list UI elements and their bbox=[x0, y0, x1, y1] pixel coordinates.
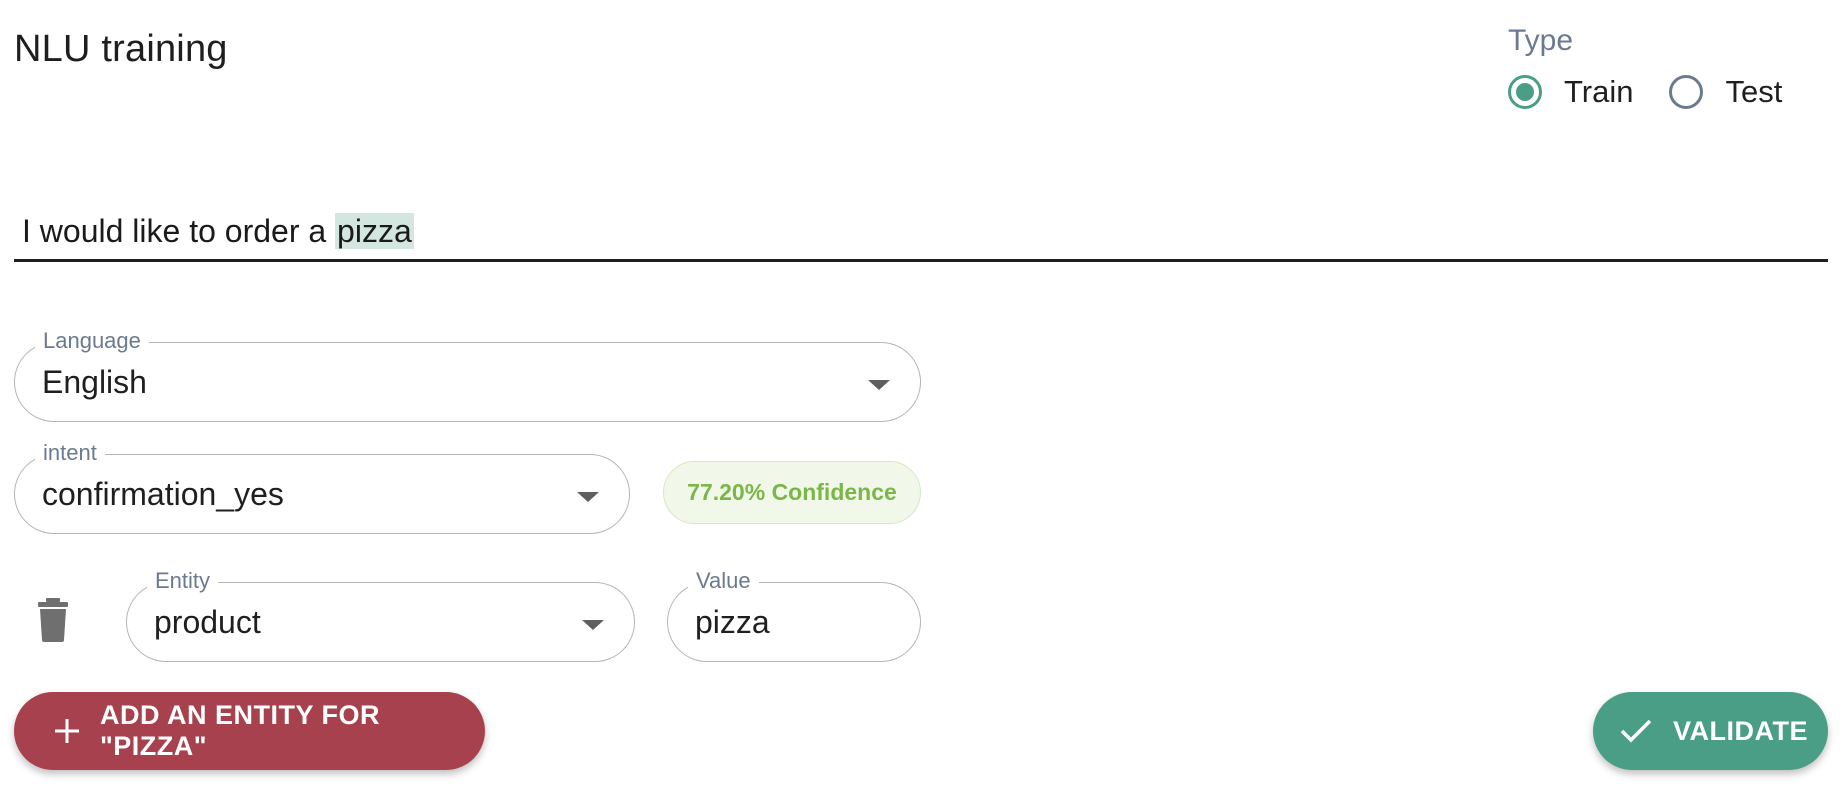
add-entity-label: ADD AN ENTITY FOR "PIZZA" bbox=[100, 700, 381, 761]
entity-select[interactable]: Entity product bbox=[126, 567, 635, 662]
entity-value-field[interactable]: Value pizza bbox=[667, 567, 921, 662]
radio-unchecked-icon bbox=[1669, 75, 1704, 109]
trash-icon[interactable] bbox=[36, 598, 70, 642]
entity-value: product bbox=[154, 604, 261, 640]
language-select[interactable]: Language English bbox=[14, 327, 921, 422]
chevron-down-icon bbox=[868, 380, 890, 390]
radio-test-label: Test bbox=[1725, 74, 1783, 109]
check-icon bbox=[1619, 718, 1653, 744]
validate-label: VALIDATE bbox=[1673, 715, 1808, 746]
entity-highlight[interactable]: pizza bbox=[335, 213, 414, 249]
radio-train-label: Train bbox=[1564, 74, 1634, 109]
radio-train[interactable]: Train bbox=[1508, 74, 1633, 110]
add-entity-button[interactable]: ADD AN ENTITY FOR "PIZZA" bbox=[14, 692, 485, 770]
radio-test[interactable]: Test bbox=[1669, 74, 1782, 110]
confidence-badge: 77.20% Confidence bbox=[663, 461, 921, 524]
utterance-input[interactable]: I would like to order a pizza bbox=[14, 206, 1828, 262]
utterance-text: I would like to order a bbox=[22, 213, 336, 249]
plus-icon bbox=[54, 718, 80, 744]
type-options: Train Test bbox=[1508, 74, 1782, 110]
validate-button[interactable]: VALIDATE bbox=[1593, 692, 1828, 770]
intent-select[interactable]: intent confirmation_yes bbox=[14, 439, 630, 534]
radio-dot bbox=[1516, 83, 1534, 101]
radio-checked-icon bbox=[1508, 75, 1542, 109]
entity-value-text: pizza bbox=[695, 604, 770, 640]
language-value: English bbox=[42, 364, 147, 400]
nlu-training-page: NLU training Type Train Test I would lik… bbox=[0, 0, 1846, 800]
page-title: NLU training bbox=[14, 28, 228, 70]
chevron-down-icon bbox=[577, 492, 599, 502]
chevron-down-icon bbox=[582, 620, 604, 630]
intent-value: confirmation_yes bbox=[42, 476, 284, 512]
type-label: Type bbox=[1508, 24, 1574, 57]
type-radio-group: Type Train Test bbox=[1508, 24, 1782, 110]
